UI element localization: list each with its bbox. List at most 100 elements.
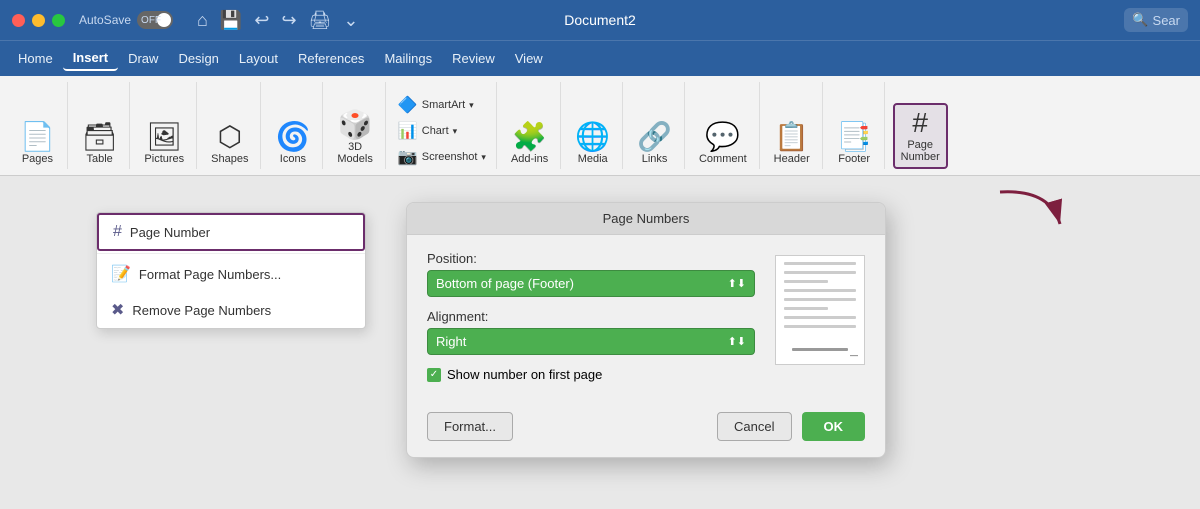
show-first-page-checkbox[interactable]: ✓ bbox=[427, 368, 441, 382]
checkbox-label: Show number on first page bbox=[447, 367, 602, 382]
3d-models-button[interactable]: 🎲 3DModels bbox=[331, 107, 378, 169]
icons-button[interactable]: 🌀 Icons bbox=[269, 119, 316, 169]
menu-draw[interactable]: Draw bbox=[118, 47, 168, 70]
dialog-form: Position: Bottom of page (Footer) ⬆⬇ Ali… bbox=[427, 251, 755, 396]
pictures-icon: 🖼 bbox=[147, 123, 183, 151]
pages-icon: 📄 bbox=[20, 123, 55, 151]
undo-icon[interactable]: ↩ bbox=[250, 8, 273, 33]
page-number-icon: # bbox=[912, 109, 928, 137]
arrow-indicator bbox=[990, 184, 1070, 239]
media-button[interactable]: 🌐 Media bbox=[569, 119, 616, 169]
document-title: Document2 bbox=[564, 12, 636, 28]
doc-footer-mark: — bbox=[850, 351, 858, 360]
position-arrow-icon: ⬆⬇ bbox=[728, 277, 746, 290]
footer-button[interactable]: 📑 Footer bbox=[831, 119, 878, 169]
add-ins-label: Add-ins bbox=[511, 153, 548, 165]
pages-button[interactable]: 📄 Pages bbox=[14, 119, 61, 169]
ribbon-group-media2: 🌐 Media bbox=[563, 82, 623, 169]
content-area: # Page Number 📝 Format Page Numbers... ✖… bbox=[0, 176, 1200, 509]
add-ins-button[interactable]: 🧩 Add-ins bbox=[505, 119, 554, 169]
document-preview: — bbox=[775, 255, 865, 365]
menu-design[interactable]: Design bbox=[168, 47, 228, 70]
screenshot-button[interactable]: 📷 Screenshot ▾ bbox=[394, 145, 490, 169]
menu-review[interactable]: Review bbox=[442, 47, 505, 70]
chart-arrow: ▾ bbox=[453, 126, 458, 137]
cancel-button[interactable]: Cancel bbox=[717, 412, 791, 441]
links-button[interactable]: 🔗 Links bbox=[631, 119, 678, 169]
autosave-area: AutoSave OFF bbox=[79, 11, 173, 29]
position-label: Position: bbox=[427, 251, 755, 266]
search-area[interactable]: 🔍 Sear bbox=[1124, 8, 1188, 32]
shapes-icon: ⬡ bbox=[218, 123, 242, 151]
ribbon-group-addins: 🧩 Add-ins bbox=[499, 82, 561, 169]
position-row: Position: Bottom of page (Footer) ⬆⬇ bbox=[427, 251, 755, 297]
home-icon[interactable]: ⌂ bbox=[193, 8, 212, 33]
page-number-button[interactable]: # PageNumber bbox=[893, 103, 948, 169]
table-label: Table bbox=[87, 153, 113, 165]
header-button[interactable]: 📋 Header bbox=[768, 119, 816, 169]
menu-home[interactable]: Home bbox=[8, 47, 63, 70]
smartart-icon: 🔷 bbox=[398, 95, 418, 115]
ribbon-group-media: 🔷 SmartArt ▾ 📊 Chart ▾ 📷 Screenshot ▾ bbox=[388, 82, 497, 169]
doc-line-1 bbox=[784, 262, 856, 265]
menu-insert[interactable]: Insert bbox=[63, 46, 118, 71]
dropdown-item-page-number-label: Page Number bbox=[130, 225, 210, 240]
footer-label: Footer bbox=[838, 153, 870, 165]
print-icon[interactable]: 🖨 bbox=[305, 8, 336, 33]
ok-button[interactable]: OK bbox=[802, 412, 866, 441]
dropdown-divider-1 bbox=[97, 253, 365, 254]
format-button[interactable]: Format... bbox=[427, 412, 513, 441]
menu-references[interactable]: References bbox=[288, 47, 374, 70]
doc-footer-line bbox=[792, 348, 848, 351]
icons-icon: 🌀 bbox=[275, 123, 310, 151]
dropdown-item-page-number[interactable]: # Page Number bbox=[97, 213, 365, 251]
redo-icon[interactable]: ↪ bbox=[277, 8, 300, 33]
dropdown-item-remove[interactable]: ✖ Remove Page Numbers bbox=[97, 292, 365, 328]
menu-layout[interactable]: Layout bbox=[229, 47, 288, 70]
shapes-button[interactable]: ⬡ Shapes bbox=[205, 119, 254, 169]
toolbar-icons: ⌂ 💾 ↩ ↪ 🖨 ⌄ bbox=[193, 8, 362, 33]
comment-button[interactable]: 💬 Comment bbox=[693, 119, 753, 169]
dialog-buttons: Format... Cancel OK bbox=[407, 412, 885, 457]
minimize-button[interactable] bbox=[32, 14, 45, 27]
dropdown-item-format[interactable]: 📝 Format Page Numbers... bbox=[97, 256, 365, 292]
ribbon-group-table: 🗃 Table bbox=[70, 82, 131, 169]
menu-bar: Home Insert Draw Design Layout Reference… bbox=[0, 40, 1200, 76]
links-icon: 🔗 bbox=[637, 123, 672, 151]
chart-button[interactable]: 📊 Chart ▾ bbox=[394, 119, 490, 143]
ribbon-group-comment: 💬 Comment bbox=[687, 82, 760, 169]
autosave-toggle[interactable]: OFF bbox=[137, 11, 173, 29]
header-icon: 📋 bbox=[774, 123, 809, 151]
ribbon-group-header: 📋 Header bbox=[762, 82, 823, 169]
close-button[interactable] bbox=[12, 14, 25, 27]
pages-label: Pages bbox=[22, 153, 53, 165]
remove-icon: ✖ bbox=[111, 300, 124, 320]
save-icon[interactable]: 💾 bbox=[216, 8, 246, 33]
menu-view[interactable]: View bbox=[505, 47, 553, 70]
media-icon: 🌐 bbox=[575, 123, 610, 151]
ribbon-group-3d: 🎲 3DModels bbox=[325, 82, 385, 169]
dropdown-item-remove-label: Remove Page Numbers bbox=[132, 303, 271, 318]
header-label: Header bbox=[774, 153, 810, 165]
add-ins-icon: 🧩 bbox=[512, 123, 547, 151]
menu-mailings[interactable]: Mailings bbox=[374, 47, 442, 70]
alignment-arrow-icon: ⬆⬇ bbox=[728, 335, 746, 348]
table-button[interactable]: 🗃 Table bbox=[76, 119, 124, 169]
position-select[interactable]: Bottom of page (Footer) ⬆⬇ bbox=[427, 270, 755, 297]
maximize-button[interactable] bbox=[52, 14, 65, 27]
alignment-select[interactable]: Right ⬆⬇ bbox=[427, 328, 755, 355]
ribbon-group-footer: 📑 Footer bbox=[825, 82, 885, 169]
ribbon-group-icons: 🌀 Icons bbox=[263, 82, 323, 169]
smartart-button[interactable]: 🔷 SmartArt ▾ bbox=[394, 93, 490, 117]
customize-icon[interactable]: ⌄ bbox=[339, 8, 362, 33]
doc-line-3 bbox=[784, 280, 828, 283]
alignment-value: Right bbox=[436, 334, 466, 349]
alignment-row: Alignment: Right ⬆⬇ bbox=[427, 309, 755, 355]
pictures-label: Pictures bbox=[144, 153, 184, 165]
comment-icon: 💬 bbox=[705, 123, 740, 151]
smartart-col: 🔷 SmartArt ▾ 📊 Chart ▾ 📷 Screenshot ▾ bbox=[394, 85, 490, 169]
page-numbers-dialog: Page Numbers Position: Bottom of page (F… bbox=[406, 202, 886, 458]
ribbon-group-pages: 📄 Pages bbox=[8, 82, 68, 169]
autosave-state: OFF bbox=[141, 15, 161, 26]
pictures-button[interactable]: 🖼 Pictures bbox=[138, 119, 190, 169]
